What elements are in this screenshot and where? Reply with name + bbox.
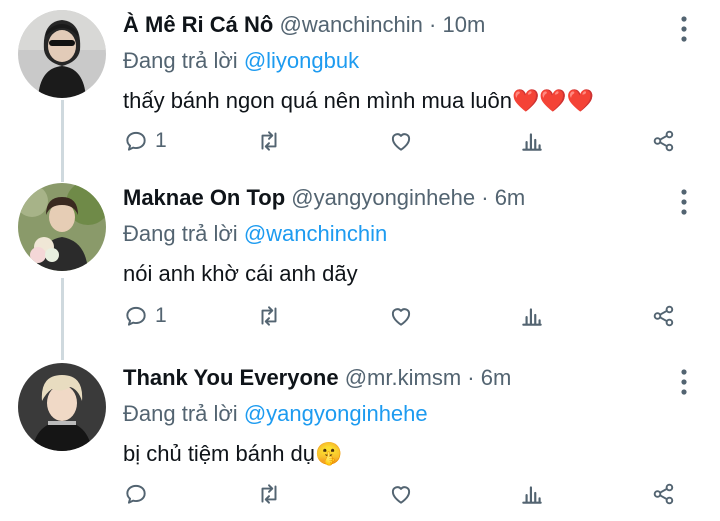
replying-prefix: Đang trả lời [123,401,238,426]
tweet-header: Thank You Everyone @mr.kimsm · 6m [123,365,511,391]
views-button[interactable] [519,481,545,507]
avatar[interactable] [18,363,106,451]
mention-link[interactable]: @yangyonginhehe [244,401,428,426]
reply-button[interactable]: 1 [123,128,167,154]
views-icon [522,308,542,326]
share-icon [653,305,674,327]
reply-count: 1 [155,304,167,327]
share-icon [653,483,674,505]
retweet-button[interactable] [255,303,283,329]
tweet-body: nói anh khờ cái anh dãy [123,261,358,286]
views-button[interactable] [519,128,545,154]
views-button[interactable] [519,303,545,329]
tweet-body: thấy bánh ngon quá nên mình mua luôn [123,88,512,113]
tweet-header: À Mê Ri Cá Nô @wanchinchin · 10m [123,12,485,38]
retweet-button[interactable] [255,128,283,154]
retweet-button[interactable] [255,481,283,507]
like-button[interactable] [387,303,415,329]
like-icon [391,308,411,326]
tweet-text: nói anh khờ cái anh dãy [123,261,358,287]
replying-prefix: Đang trả lời [123,221,238,246]
display-name[interactable]: Maknae On Top [123,185,285,210]
reply-icon [126,131,146,151]
tweet-header: Maknae On Top @yangyonginhehe · 6m [123,185,525,211]
tweet[interactable]: Thank You Everyone @mr.kimsm · 6m Đang t… [0,363,720,521]
heart-emoji: ❤️❤️❤️ [511,88,595,113]
more-options-icon[interactable] [674,14,694,44]
replying-to: Đang trả lời @yangyonginhehe [123,401,428,427]
like-button[interactable] [387,128,415,154]
tweet[interactable]: Maknae On Top @yangyonginhehe · 6m Đang … [0,183,720,343]
display-name[interactable]: Thank You Everyone [123,365,339,390]
replying-to: Đang trả lời @liyongbuk [123,48,359,74]
like-button[interactable] [387,481,415,507]
mention-link[interactable]: @wanchinchin [244,221,387,246]
reply-icon [126,484,146,504]
display-name[interactable]: À Mê Ri Cá Nô [123,12,273,37]
shushing-face-emoji: 🤫 [315,441,343,466]
retweet-icon [261,306,277,326]
share-button[interactable] [651,303,677,329]
tweet[interactable]: À Mê Ri Cá Nô @wanchinchin · 10m Đang tr… [0,10,720,170]
separator-dot: · [429,12,437,37]
mention-link[interactable]: @liyongbuk [244,48,359,73]
like-icon [391,486,411,504]
user-handle[interactable]: @wanchinchin [279,12,422,37]
views-icon [522,486,542,504]
user-handle[interactable]: @mr.kimsm [345,365,461,390]
retweet-icon [261,484,277,504]
tweet-text: bị chủ tiệm bánh dụ🤫 [123,441,342,467]
reply-icon [126,306,146,326]
avatar[interactable] [18,183,106,271]
timestamp[interactable]: 6m [495,185,526,210]
timestamp[interactable]: 10m [442,12,485,37]
tweet-text: thấy bánh ngon quá nên mình mua luôn❤️❤️… [123,88,594,114]
replying-prefix: Đang trả lời [123,48,238,73]
separator-dot: · [481,185,489,210]
views-icon [522,133,542,151]
reply-count: 1 [155,129,167,152]
reply-button[interactable]: 1 [123,303,167,329]
separator-dot: · [467,365,475,390]
replying-to: Đang trả lời @wanchinchin [123,221,387,247]
more-options-icon[interactable] [674,187,694,217]
more-options-icon[interactable] [674,367,694,397]
share-icon [653,130,674,152]
avatar[interactable] [18,10,106,98]
retweet-icon [261,131,277,151]
tweet-body: bị chủ tiệm bánh dụ [123,441,316,466]
share-button[interactable] [651,481,677,507]
reply-button[interactable] [123,481,155,507]
like-icon [391,133,411,151]
share-button[interactable] [651,128,677,154]
user-handle[interactable]: @yangyonginhehe [291,185,475,210]
timestamp[interactable]: 6m [481,365,512,390]
